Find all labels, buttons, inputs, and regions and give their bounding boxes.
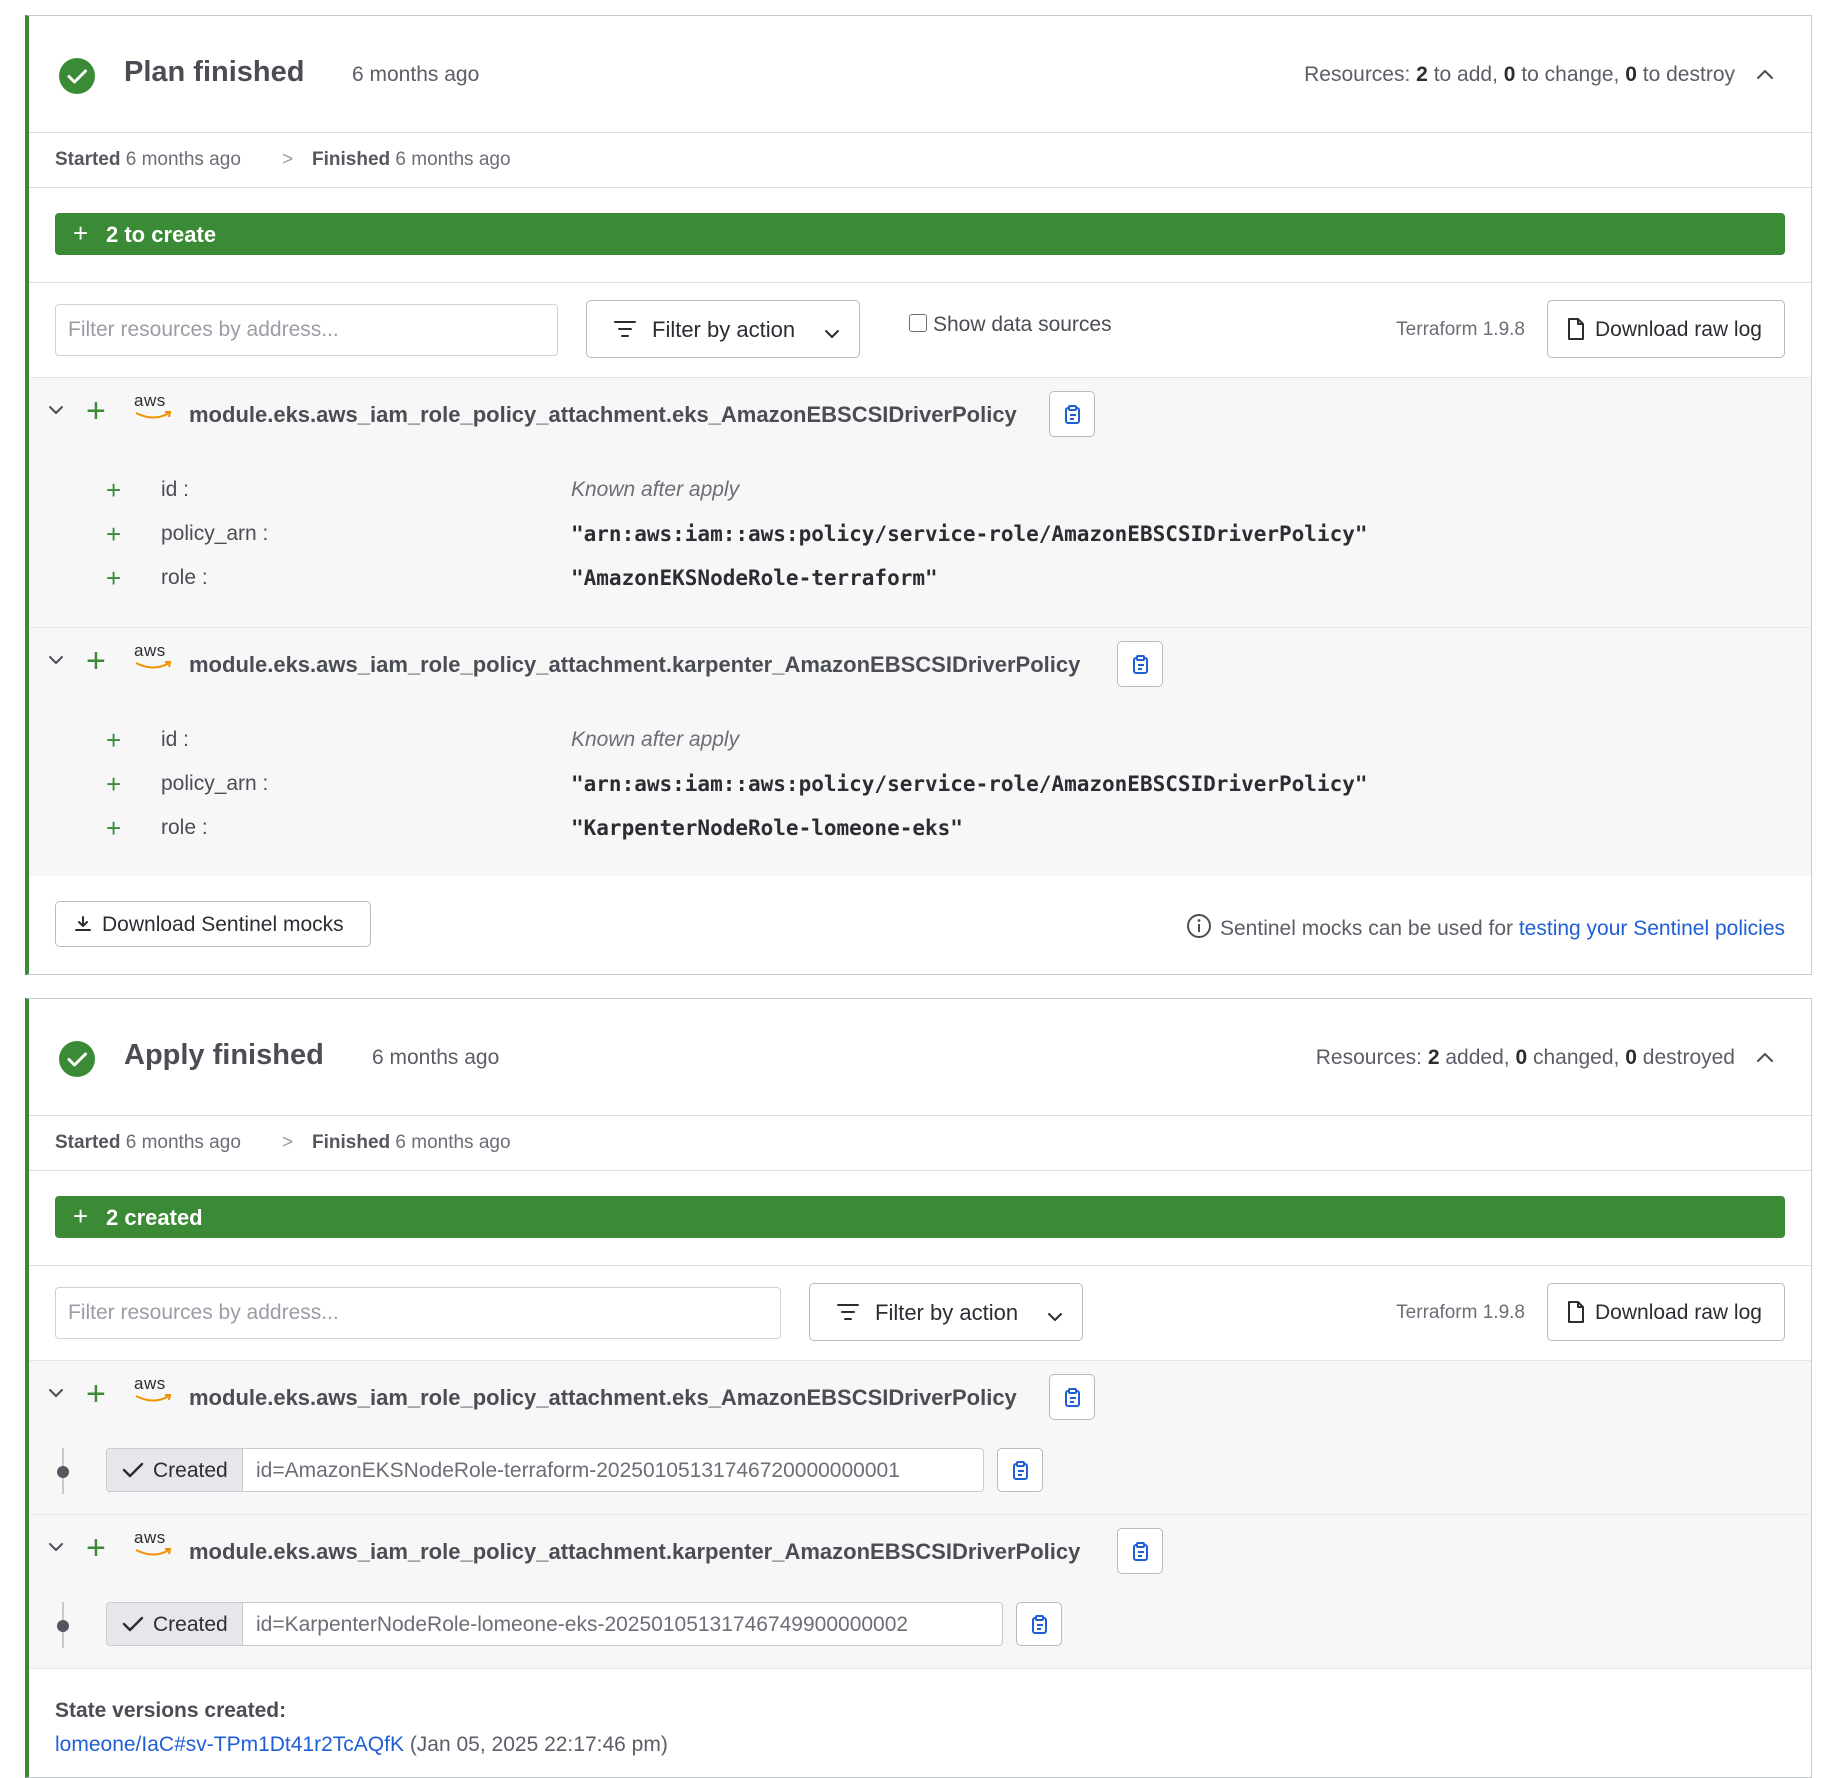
apply-ago: 6 months ago (372, 1046, 500, 1069)
plan-download-raw-log-button[interactable]: Download raw log (1547, 300, 1785, 358)
resource-address: module.eks.aws_iam_role_policy_attachmen… (189, 652, 1081, 677)
resource-address: module.eks.aws_iam_role_policy_attachmen… (189, 1539, 1081, 1564)
resource-address: module.eks.aws_iam_role_policy_attachmen… (189, 402, 1017, 427)
apply-summary-wrap: + 2 created (29, 1171, 1811, 1266)
check-icon (121, 1461, 145, 1485)
plan-resource-item: + aws module.eks.aws_iam_role_policy_att… (29, 628, 1811, 878)
apply-resource-item: + aws module.eks.aws_iam_role_policy_att… (29, 1361, 1811, 1515)
plus-icon: + (73, 218, 89, 248)
chevron-down-icon[interactable] (47, 403, 65, 422)
apply-title: Apply finished (124, 1039, 324, 1071)
plan-resource-header[interactable]: + aws module.eks.aws_iam_role_policy_att… (29, 378, 1811, 448)
copy-id-button[interactable] (1016, 1602, 1062, 1646)
created-label: Created (107, 1603, 243, 1645)
plan-title: Plan finished (124, 56, 305, 88)
state-versions-heading: State versions created: (55, 1699, 287, 1722)
apply-panel: Apply finished 6 months ago Resources: 2… (25, 998, 1812, 1778)
plan-summary-text: 2 to create (106, 222, 217, 247)
created-badge: Created id=AmazonEKSNodeRole-terraform-2… (106, 1448, 984, 1492)
apply-resource-item: + aws module.eks.aws_iam_role_policy_att… (29, 1515, 1811, 1669)
aws-logo-icon: aws (134, 1528, 174, 1558)
check-circle-icon (59, 58, 95, 94)
plus-icon: + (86, 392, 106, 430)
chevron-down-icon (823, 321, 841, 347)
show-data-sources-checkbox[interactable] (909, 314, 927, 332)
copy-button[interactable] (1049, 391, 1095, 437)
timeline-dot (57, 1466, 69, 1478)
plan-header[interactable]: Plan finished 6 months ago Resources: 2 … (29, 16, 1811, 133)
resource-address: module.eks.aws_iam_role_policy_attachmen… (189, 1385, 1017, 1410)
apply-resource-header[interactable]: + aws module.eks.aws_iam_role_policy_att… (29, 1361, 1811, 1431)
plan-controls: Filter by action Show data sources Terra… (29, 283, 1811, 378)
apply-resources-summary: Resources: 2 added, 0 changed, 0 destroy… (1315, 1046, 1735, 1069)
state-version-date: (Jan 05, 2025 22:17:46 pm) (409, 1733, 668, 1756)
apply-filter-input-box[interactable] (55, 1287, 781, 1339)
filter-icon (613, 319, 637, 345)
chevron-down-icon (1046, 1304, 1064, 1330)
chevron-up-icon[interactable] (1753, 64, 1777, 84)
plan-resources-summary: Resources: 2 to add, 0 to change, 0 to d… (1304, 63, 1735, 86)
created-id: id=AmazonEKSNodeRole-terraform-202501051… (256, 1459, 900, 1482)
state-versions: State versions created: lomeone/IaC#sv-T… (55, 1699, 668, 1757)
file-icon (1566, 317, 1586, 347)
sentinel-policies-link[interactable]: testing your Sentinel policies (1519, 917, 1785, 940)
copy-button[interactable] (1049, 1374, 1095, 1420)
apply-header[interactable]: Apply finished 6 months ago Resources: 2… (29, 999, 1811, 1116)
apply-summary-text: 2 created (106, 1205, 203, 1230)
apply-controls: Filter by action Terraform 1.9.8 Downloa… (29, 1266, 1811, 1361)
plan-filter-input[interactable] (56, 305, 557, 355)
apply-filter-action-button[interactable]: Filter by action (809, 1283, 1083, 1341)
copy-id-button[interactable] (997, 1448, 1043, 1492)
show-data-sources-toggle[interactable]: Show data sources (909, 313, 1112, 337)
plan-filter-action-button[interactable]: Filter by action (586, 300, 860, 358)
plan-terraform-version: Terraform 1.9.8 (1396, 319, 1525, 340)
copy-button[interactable] (1117, 641, 1163, 687)
created-badge: Created id=KarpenterNodeRole-lomeone-eks… (106, 1602, 1003, 1646)
plan-resource-header[interactable]: + aws module.eks.aws_iam_role_policy_att… (29, 628, 1811, 698)
info-icon (1186, 913, 1212, 945)
created-row: Created id=KarpenterNodeRole-lomeone-eks… (29, 1602, 1811, 1672)
download-icon (74, 915, 92, 939)
plan-summary-bar: + 2 to create (55, 213, 1785, 255)
aws-logo-icon: aws (134, 1374, 174, 1404)
file-icon (1566, 1300, 1586, 1330)
plan-resource-item: + aws module.eks.aws_iam_role_policy_att… (29, 378, 1811, 628)
created-id: id=KarpenterNodeRole-lomeone-eks-2025010… (256, 1613, 909, 1636)
apply-filter-input[interactable] (56, 1288, 780, 1338)
apply-resource-header[interactable]: + aws module.eks.aws_iam_role_policy_att… (29, 1515, 1811, 1585)
plus-icon: + (86, 1529, 106, 1567)
chevron-down-icon[interactable] (47, 653, 65, 672)
chevron-up-icon[interactable] (1753, 1047, 1777, 1067)
timeline-dot (57, 1620, 69, 1632)
check-icon (121, 1615, 145, 1639)
check-circle-icon (59, 1041, 95, 1077)
plan-timing: Started 6 months ago > Finished 6 months… (29, 133, 1811, 188)
sentinel-info: Sentinel mocks can be used for testing y… (1186, 913, 1785, 945)
plan-panel: Plan finished 6 months ago Resources: 2 … (25, 15, 1812, 975)
plan-filter-input-box[interactable] (55, 304, 558, 356)
apply-download-raw-log-button[interactable]: Download raw log (1547, 1283, 1785, 1341)
plus-icon: + (73, 1201, 89, 1231)
copy-button[interactable] (1117, 1528, 1163, 1574)
plus-icon: + (86, 1375, 106, 1413)
plan-summary-wrap: + 2 to create (29, 188, 1811, 283)
download-sentinel-mocks-button[interactable]: Download Sentinel mocks (55, 901, 371, 947)
aws-logo-icon: aws (134, 391, 174, 421)
apply-summary-bar: + 2 created (55, 1196, 1785, 1238)
apply-terraform-version: Terraform 1.9.8 (1396, 1302, 1525, 1323)
chevron-down-icon[interactable] (47, 1540, 65, 1559)
apply-timing: Started 6 months ago > Finished 6 months… (29, 1116, 1811, 1171)
plus-icon: + (86, 642, 106, 680)
created-label: Created (107, 1449, 243, 1491)
plan-footer: Download Sentinel mocks Sentinel mocks c… (29, 876, 1811, 974)
aws-logo-icon: aws (134, 641, 174, 671)
plan-ago: 6 months ago (352, 63, 480, 86)
filter-icon (836, 1302, 860, 1328)
state-version-link[interactable]: lomeone/IaC#sv-TPm1Dt41r2TcAQfK (55, 1733, 404, 1756)
created-row: Created id=AmazonEKSNodeRole-terraform-2… (29, 1448, 1811, 1518)
chevron-down-icon[interactable] (47, 1386, 65, 1405)
